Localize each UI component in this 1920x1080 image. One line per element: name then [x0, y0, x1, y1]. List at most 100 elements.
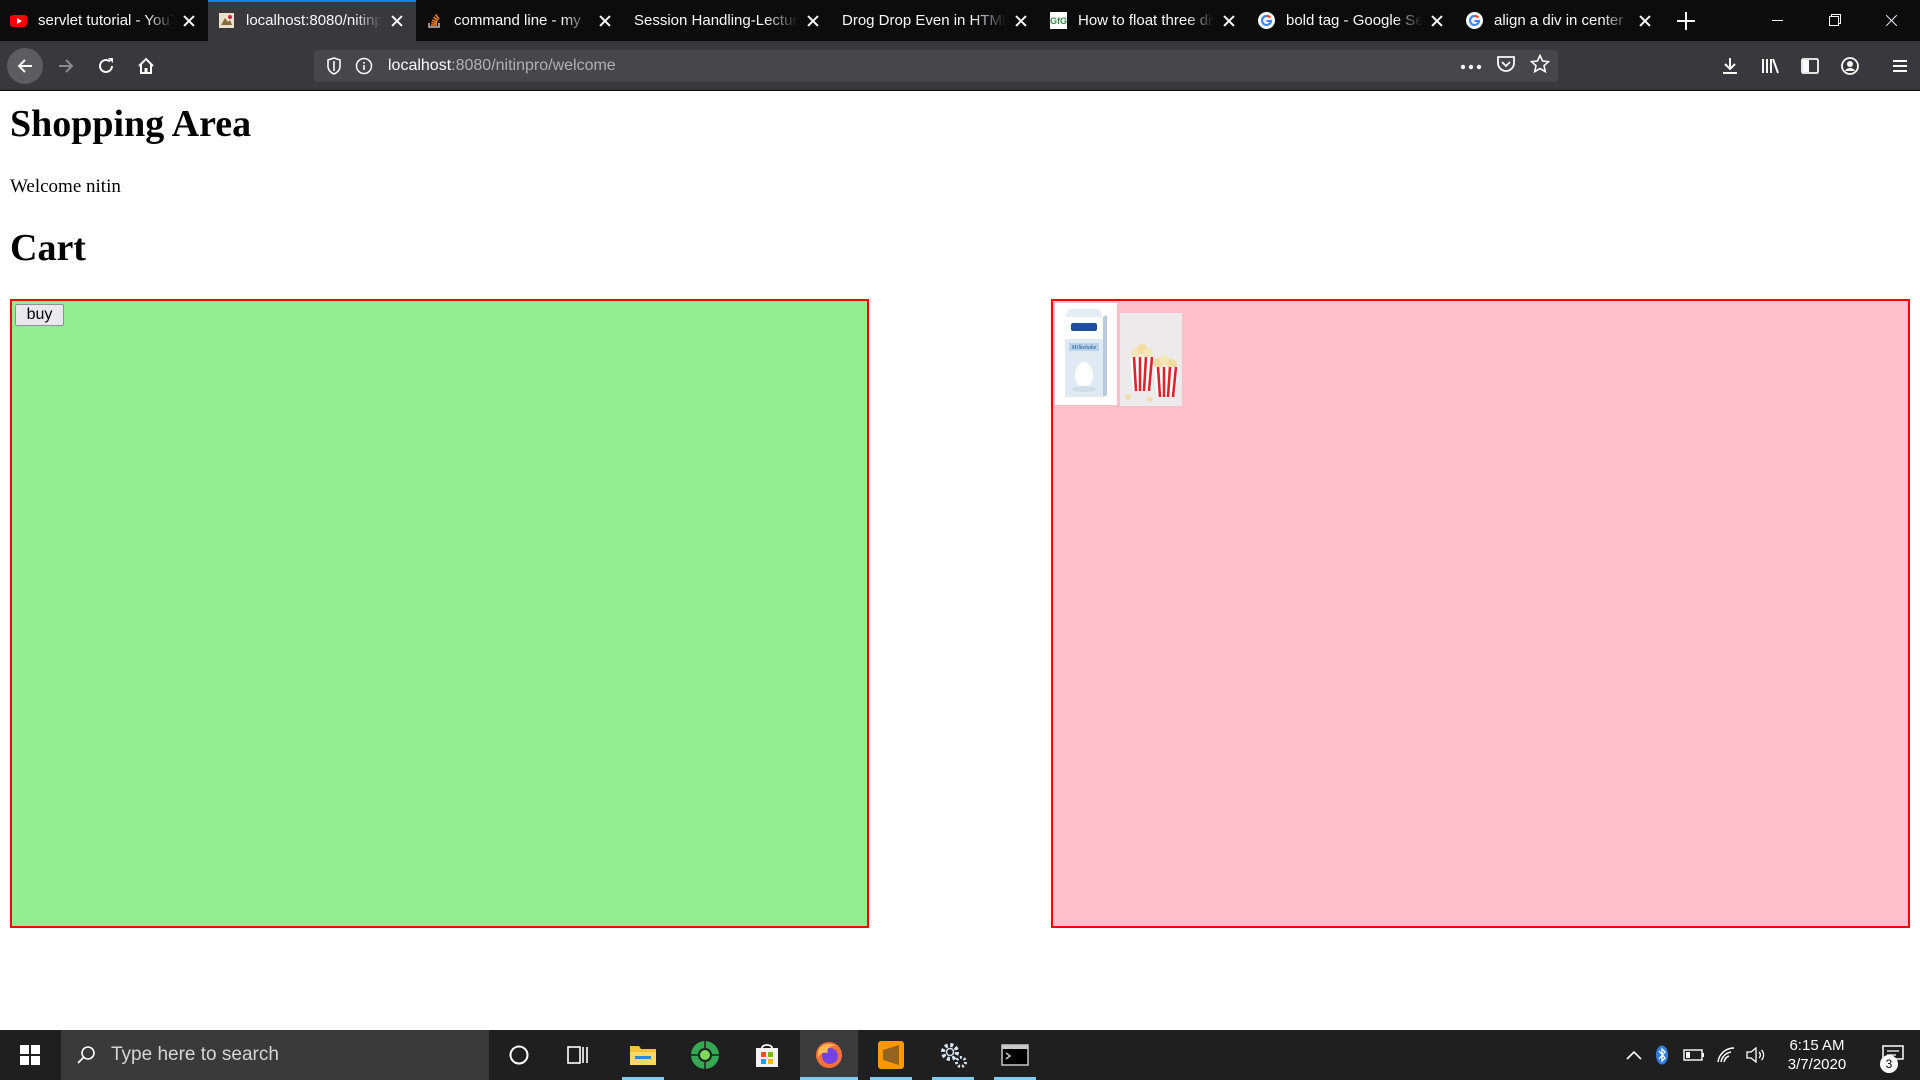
notification-badge: 3: [1880, 1055, 1898, 1073]
stackoverflow-icon: [426, 12, 443, 29]
download-icon[interactable]: [1710, 46, 1750, 86]
back-button[interactable]: [7, 48, 43, 84]
search-placeholder: Type here to search: [111, 1044, 279, 1065]
more-icon[interactable]: [1460, 57, 1482, 75]
milk-carton-image[interactable]: Milkshake: [1055, 303, 1117, 405]
new-tab-button[interactable]: [1664, 0, 1708, 41]
minimize-button[interactable]: [1749, 0, 1806, 41]
forward-button[interactable]: [48, 48, 84, 84]
popcorn-image[interactable]: [1120, 313, 1182, 406]
tab-title: How to float three div: [1078, 12, 1214, 29]
page-title: Shopping Area: [10, 103, 252, 145]
home-button[interactable]: [128, 48, 164, 84]
tab-title: command line - my: [454, 12, 581, 29]
products-area[interactable]: Milkshake: [1051, 299, 1910, 928]
shield-icon[interactable]: [324, 56, 344, 76]
search-icon: [75, 1044, 97, 1066]
firefox-icon: [816, 1042, 842, 1068]
wifi-icon[interactable]: [1712, 1030, 1740, 1080]
tab-align-div[interactable]: align a div in center: [1456, 0, 1664, 41]
tab-title: Drog Drop Even in HTML: [842, 12, 1006, 29]
chevron-up-icon[interactable]: [1622, 1030, 1646, 1080]
youtube-icon: [10, 12, 27, 29]
geeksforgeeks-icon: GfG: [1050, 12, 1067, 29]
close-icon[interactable]: [1428, 12, 1446, 30]
tab-title: servlet tutorial - YouTube: [38, 12, 174, 29]
gear-icon: [941, 1043, 967, 1068]
close-window-button[interactable]: [1863, 0, 1920, 41]
welcome-text: Welcome nitin: [10, 176, 121, 197]
sidebar-icon[interactable]: [1790, 46, 1830, 86]
sublime-text-icon: [878, 1041, 904, 1069]
terminal-button[interactable]: [986, 1030, 1044, 1080]
tab-bold-tag[interactable]: bold tag - Google Search: [1248, 0, 1456, 41]
close-icon[interactable]: [804, 12, 822, 30]
start-button[interactable]: [0, 1030, 60, 1080]
info-icon[interactable]: [354, 56, 374, 76]
close-icon[interactable]: [1220, 12, 1238, 30]
buy-button[interactable]: buy: [15, 304, 64, 326]
tab-session-handling[interactable]: Session Handling-Lecture: [624, 0, 832, 41]
url-text[interactable]: localhost:8080/nitinpro/welcome: [388, 57, 616, 75]
close-icon[interactable]: [1012, 12, 1030, 30]
firefox-button[interactable]: [800, 1030, 858, 1080]
google-icon: [1466, 12, 1483, 29]
home-icon: [138, 57, 154, 74]
star-icon[interactable]: [1529, 53, 1551, 79]
url-path: :8080/nitinpro/welcome: [451, 57, 616, 74]
store-button[interactable]: [738, 1030, 796, 1080]
google-icon: [1258, 12, 1275, 29]
tab-strip: servlet tutorial - YouTube localhost:808…: [0, 0, 1920, 41]
library-icon[interactable]: [1750, 46, 1790, 86]
pocket-icon[interactable]: [1496, 55, 1516, 78]
volume-icon[interactable]: [1742, 1030, 1770, 1080]
cart-heading: Cart: [10, 227, 86, 269]
milk-label: Milkshake: [1071, 345, 1097, 351]
close-icon[interactable]: [1636, 12, 1654, 30]
reload-icon: [99, 58, 113, 73]
account-icon[interactable]: [1830, 46, 1870, 86]
toolbar-right: [1710, 41, 1920, 91]
address-bar[interactable]: localhost:8080/nitinpro/welcome: [314, 50, 1558, 82]
tab-youtube[interactable]: servlet tutorial - YouTube: [0, 0, 208, 41]
cart-drop-zone[interactable]: buy: [10, 299, 869, 928]
globe-app-icon: [691, 1041, 719, 1069]
tab-title: bold tag - Google Search: [1286, 12, 1422, 29]
task-view-icon: [567, 1046, 588, 1064]
tab-localhost[interactable]: localhost:8080/nitinpro/welcome: [208, 0, 416, 41]
restore-button[interactable]: [1806, 0, 1863, 41]
tab-title: Session Handling-Lecture: [634, 12, 798, 29]
bluetooth-icon[interactable]: [1650, 1030, 1674, 1080]
close-icon[interactable]: [180, 12, 198, 30]
folder-icon: [630, 1046, 656, 1065]
arrow-right-icon: [59, 59, 74, 73]
close-icon[interactable]: [596, 12, 614, 30]
store-icon: [756, 1044, 778, 1067]
task-view-button[interactable]: [550, 1030, 608, 1080]
clock[interactable]: 6:15 AM 3/7/2020: [1772, 1036, 1862, 1074]
windows-icon: [20, 1045, 40, 1065]
tab-stackoverflow[interactable]: command line - my: [416, 0, 624, 41]
cortana-icon: [509, 1045, 529, 1065]
tab-drag-drop[interactable]: Drog Drop Even in HTML: [832, 0, 1040, 41]
file-explorer-button[interactable]: [614, 1030, 672, 1080]
chrome-like-app-button[interactable]: [676, 1030, 734, 1080]
url-actions: [1460, 50, 1551, 82]
clock-time: 6:15 AM: [1789, 1037, 1845, 1054]
tab-title: align a div in center: [1494, 12, 1624, 29]
clock-date: 3/7/2020: [1787, 1056, 1847, 1073]
navigation-toolbar: localhost:8080/nitinpro/welcome: [0, 41, 1920, 91]
battery-icon[interactable]: [1680, 1030, 1708, 1080]
page-icon: [218, 12, 235, 29]
reload-button[interactable]: [88, 48, 124, 84]
tab-title: localhost:8080/nitinpro/welcome: [246, 12, 382, 29]
settings-button[interactable]: [924, 1030, 982, 1080]
taskbar-search[interactable]: Type here to search: [61, 1030, 489, 1080]
close-icon[interactable]: [388, 12, 406, 30]
menu-icon[interactable]: [1880, 46, 1920, 86]
sublime-button[interactable]: [862, 1030, 920, 1080]
cortana-button[interactable]: [490, 1030, 548, 1080]
tab-float-div[interactable]: GfG How to float three div: [1040, 0, 1248, 41]
url-host: localhost: [388, 57, 452, 74]
web-page: Shopping Area Welcome nitin Cart buy Mil…: [0, 92, 1920, 1030]
